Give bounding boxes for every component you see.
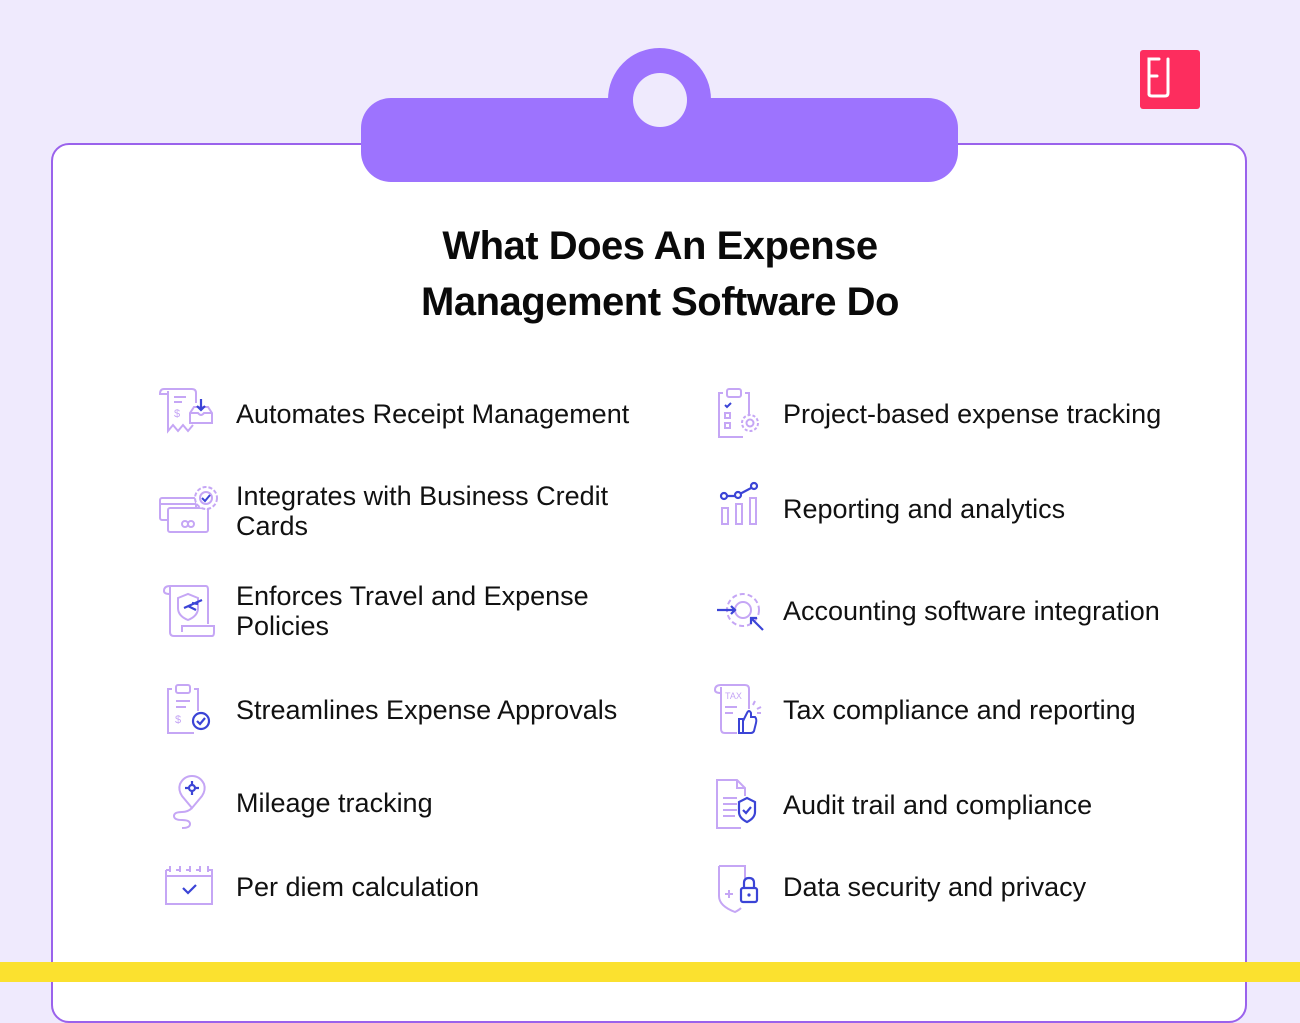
feature-label: Accounting software integration [783, 596, 1160, 626]
feature-item: Accounting software integration [705, 580, 1183, 642]
bar-chart-trend-icon [719, 481, 759, 525]
feature-item: TAX Tax compliance and reporting [705, 679, 1183, 741]
fj-logo-icon [1147, 57, 1170, 98]
svg-text:TAX: TAX [725, 691, 742, 701]
feature-item: Reporting and analytics [705, 478, 1183, 540]
footer-strip [0, 962, 1300, 982]
clipboard-clip-hole [633, 73, 687, 127]
feature-item: Audit trail and compliance [705, 774, 1183, 836]
feature-label: Audit trail and compliance [783, 790, 1093, 820]
feature-item: Mileage tracking [158, 772, 636, 834]
map-pin-route-icon [172, 774, 206, 829]
feature-item: Integrates with Business Credit Cards [158, 480, 636, 542]
feature-label: Automates Receipt Management [236, 399, 630, 429]
svg-text:$: $ [175, 714, 181, 726]
feature-label: Enforces Travel and Expense Policies [236, 581, 589, 641]
title-line-1: What Does An Expense [442, 224, 878, 268]
feature-item: $ Streamlines Expense Approvals [158, 679, 636, 741]
credit-card-gear-icon [159, 486, 218, 533]
feature-label: Streamlines Expense Approvals [236, 695, 618, 725]
feature-label: Mileage tracking [236, 788, 433, 818]
gear-integration-icon [717, 593, 764, 631]
travel-policy-scroll-icon [162, 585, 215, 637]
document-shield-icon [716, 779, 757, 829]
feature-item: $ Automates Receipt Management [158, 383, 636, 445]
page-title: What Does An Expense Management Software… [300, 218, 1020, 330]
shield-lock-icon [718, 865, 759, 914]
feature-label: Integrates with Business Credit Cards [236, 481, 609, 541]
feature-label: Data security and privacy [783, 872, 1087, 902]
feature-item: Data security and privacy [705, 856, 1183, 918]
feature-label: Reporting and analytics [783, 494, 1066, 524]
feature-item: Per diem calculation [158, 856, 636, 918]
feature-item: Project-based expense tracking [705, 383, 1183, 445]
tax-thumbs-up-icon: TAX [713, 684, 762, 734]
title-line-2: Management Software Do [421, 280, 899, 324]
feature-label: Project-based expense tracking [783, 399, 1162, 429]
brand-logo [1140, 50, 1200, 109]
feature-label: Tax compliance and reporting [783, 695, 1136, 725]
calendar-check-icon [165, 866, 213, 905]
receipt-download-icon: $ [158, 388, 213, 434]
clipboard-gear-icon [718, 388, 759, 438]
feature-label: Per diem calculation [236, 872, 480, 902]
clipboard-approval-icon: $ [167, 684, 211, 734]
svg-text:$: $ [174, 408, 180, 420]
feature-item: Enforces Travel and Expense Policies [158, 580, 636, 642]
